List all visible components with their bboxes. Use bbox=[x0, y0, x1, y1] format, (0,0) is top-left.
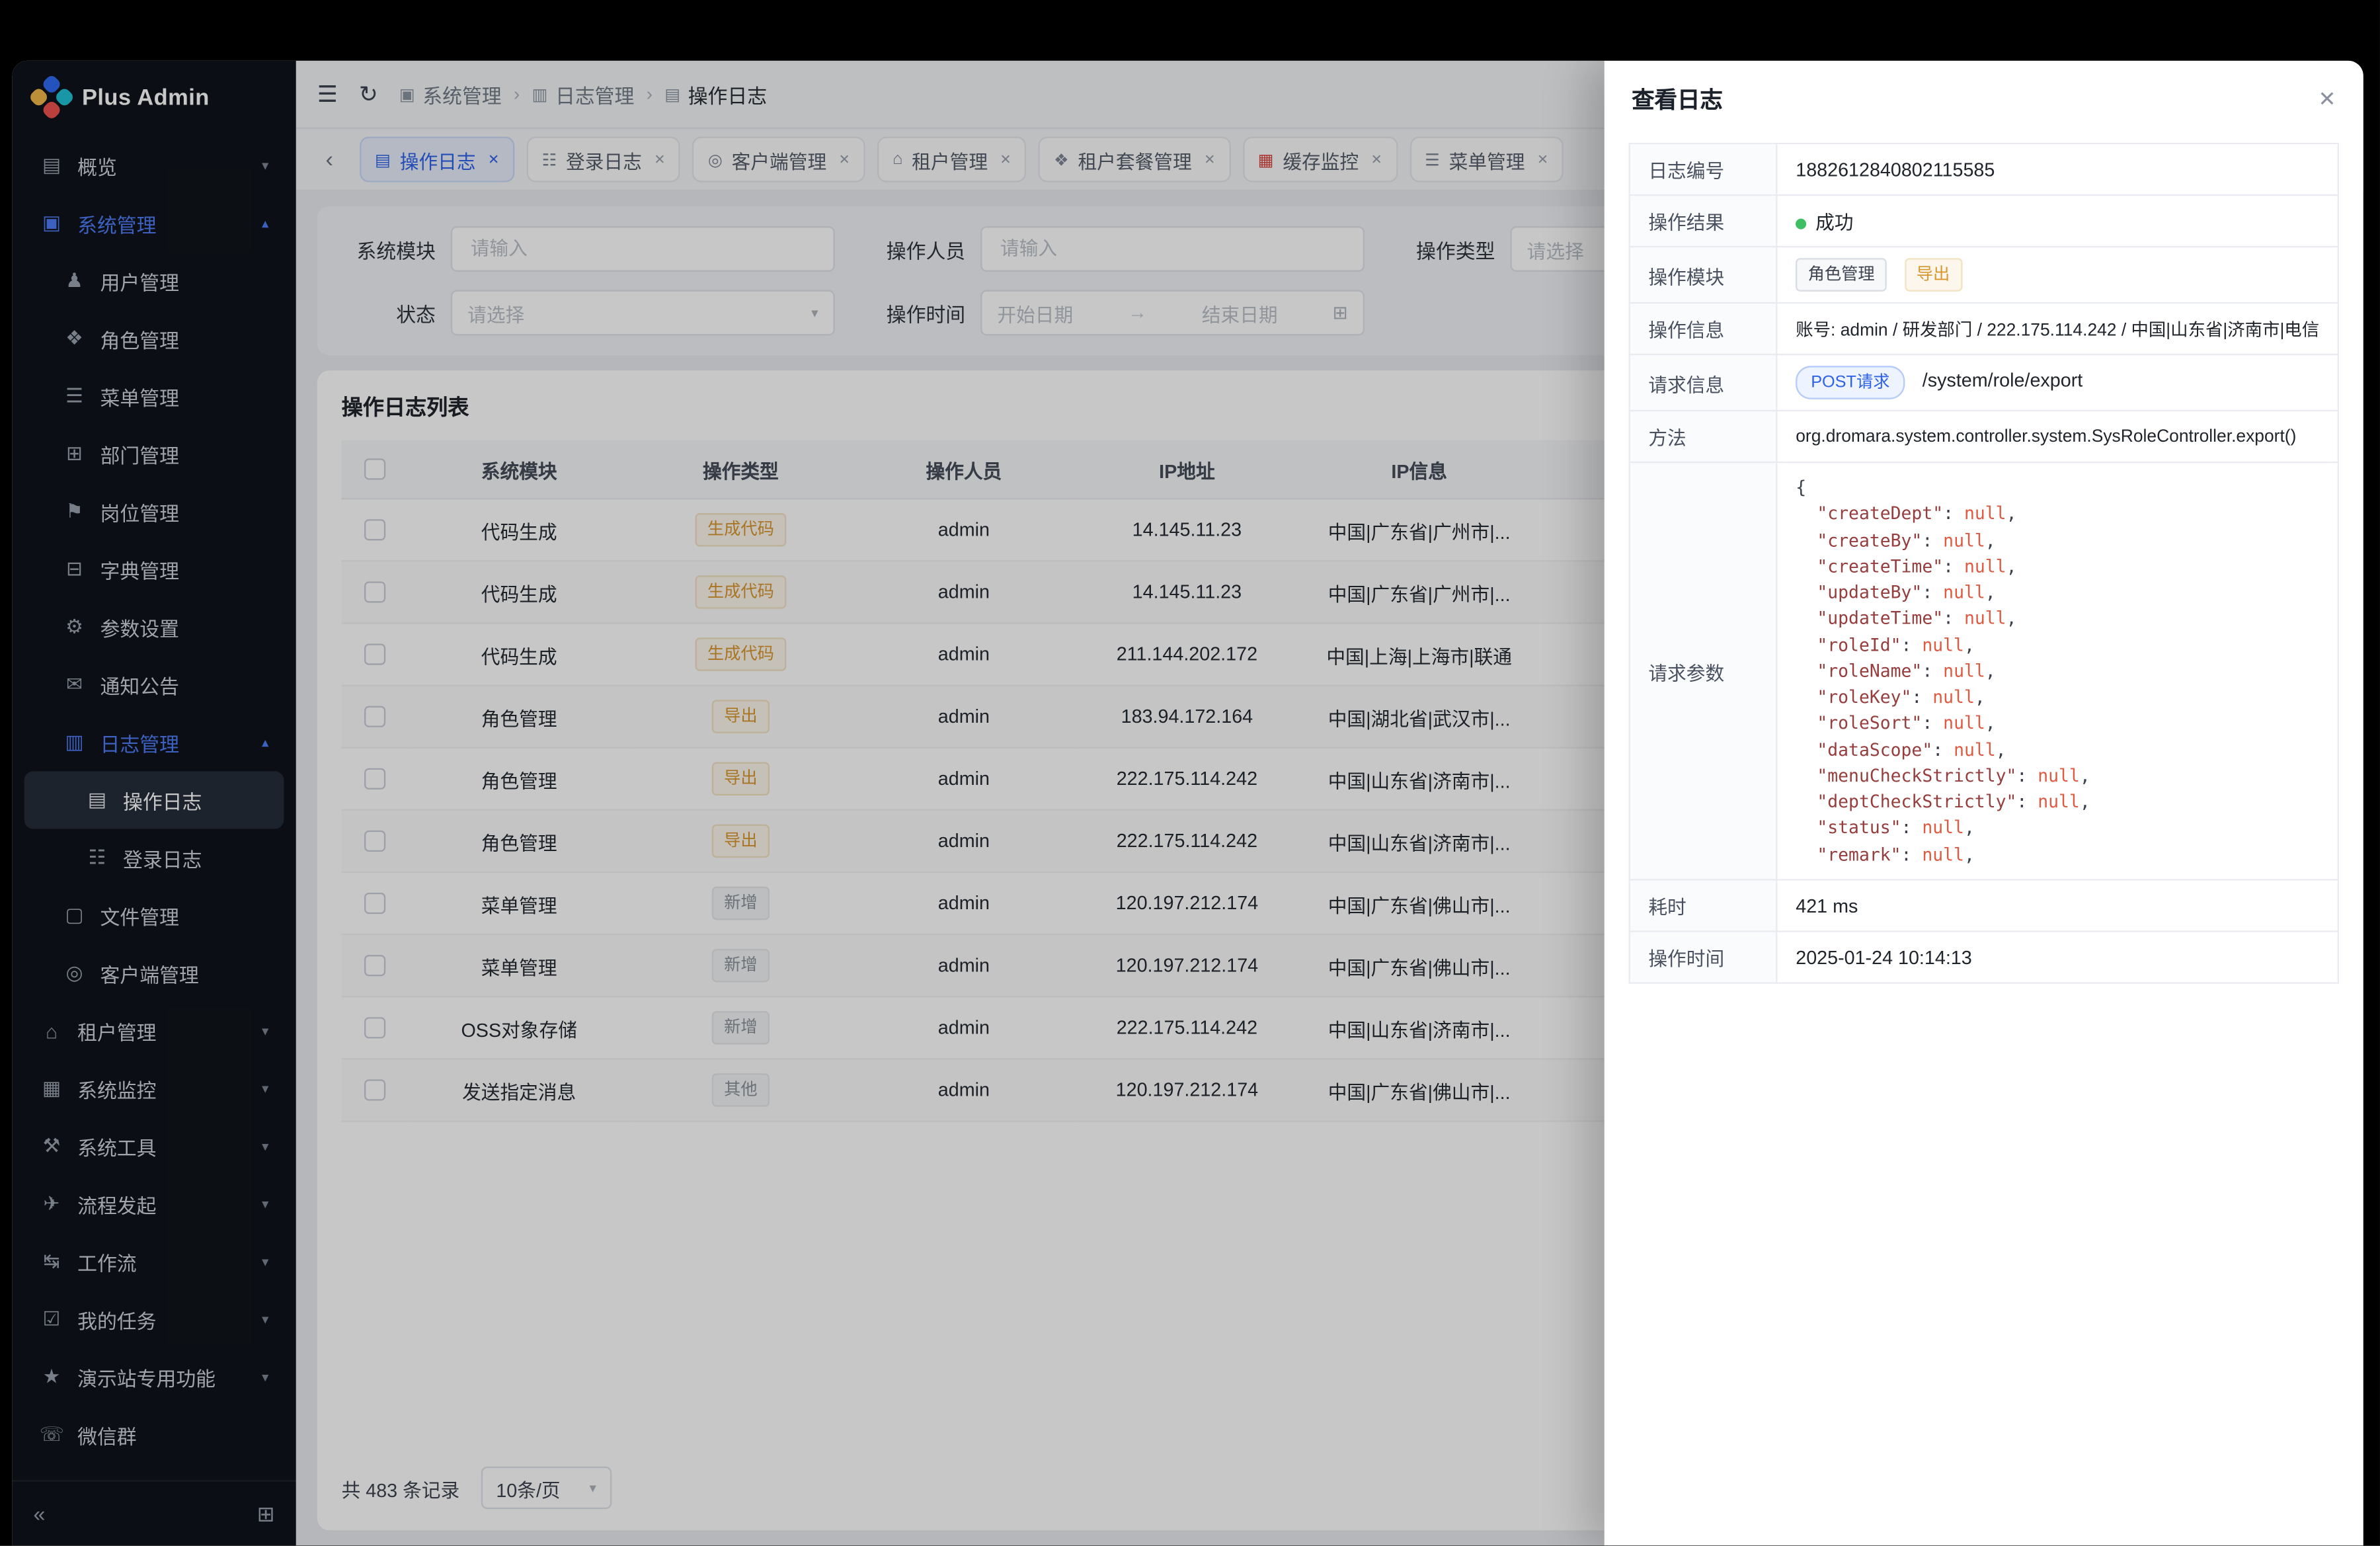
json-key: "dataScope" bbox=[1817, 739, 1932, 760]
detail-row-result: 操作结果 成功 bbox=[1630, 195, 2338, 247]
detail-value: 1882612840802115585 bbox=[1777, 143, 2338, 195]
close-icon[interactable]: ✕ bbox=[2318, 86, 2336, 112]
detail-value: 2025-01-24 10:14:13 bbox=[1777, 932, 2338, 983]
detail-value: 成功 bbox=[1777, 195, 2338, 247]
request-url: /system/role/export bbox=[1923, 370, 2082, 391]
json-line: "roleId": null, bbox=[1796, 632, 2319, 659]
detail-row-request: 请求信息 POST请求 /system/role/export bbox=[1630, 354, 2338, 411]
detail-row-module: 操作模块 角色管理 导出 bbox=[1630, 247, 2338, 303]
detail-label: 耗时 bbox=[1630, 879, 1777, 931]
json-key: "roleName" bbox=[1817, 660, 1922, 681]
json-key: "menuCheckStrictly" bbox=[1817, 765, 2016, 786]
json-key: "createDept" bbox=[1817, 503, 1943, 524]
json-key: "roleId" bbox=[1817, 634, 1901, 655]
detail-label: 方法 bbox=[1630, 411, 1777, 462]
json-key: "status" bbox=[1817, 817, 1901, 838]
detail-label: 请求参数 bbox=[1630, 462, 1777, 879]
json-key: "updateTime" bbox=[1817, 608, 1943, 629]
json-key: "roleKey" bbox=[1817, 686, 1911, 708]
success-dot-icon bbox=[1796, 219, 1806, 229]
json-key: "createTime" bbox=[1817, 555, 1943, 577]
detail-row-params: 请求参数 {"createDept": null,"createBy": nul… bbox=[1630, 462, 2338, 879]
detail-label: 操作结果 bbox=[1630, 195, 1777, 247]
detail-value: 账号: admin / 研发部门 / 222.175.114.242 / 中国|… bbox=[1777, 303, 2338, 354]
json-value: null bbox=[1943, 712, 1985, 733]
json-value: null bbox=[2038, 791, 2080, 812]
view-log-drawer: 查看日志 ✕ 日志编号 1882612840802115585 操作结果 成功 bbox=[1605, 61, 2363, 1545]
json-key: "roleSort" bbox=[1817, 712, 1922, 733]
detail-label: 请求信息 bbox=[1630, 354, 1777, 411]
app-window: Plus Admin ▤概览▾▣系统管理▴♟用户管理❖角色管理☰菜单管理⊞部门管… bbox=[12, 61, 2363, 1545]
detail-row-time: 操作时间 2025-01-24 10:14:13 bbox=[1630, 932, 2338, 983]
json-value: null bbox=[2038, 765, 2080, 786]
detail-value: {"createDept": null,"createBy": null,"cr… bbox=[1777, 462, 2338, 879]
json-line: "updateTime": null, bbox=[1796, 606, 2319, 633]
json-open-brace: { bbox=[1796, 475, 2319, 502]
json-value: null bbox=[1922, 634, 1964, 655]
detail-label: 操作模块 bbox=[1630, 247, 1777, 303]
detail-value: 421 ms bbox=[1777, 879, 2338, 931]
detail-row-info: 操作信息 账号: admin / 研发部门 / 222.175.114.242 … bbox=[1630, 303, 2338, 354]
json-value: null bbox=[1922, 817, 1964, 838]
json-line: "status": null, bbox=[1796, 815, 2319, 842]
json-value: null bbox=[1943, 581, 1985, 602]
json-line: "menuCheckStrictly": null, bbox=[1796, 763, 2319, 790]
json-value: null bbox=[1943, 660, 1985, 681]
log-detail-table: 日志编号 1882612840802115585 操作结果 成功 操作模块 bbox=[1629, 143, 2339, 984]
json-line: "remark": null, bbox=[1796, 842, 2319, 868]
detail-row-method: 方法 org.dromara.system.controller.system.… bbox=[1630, 411, 2338, 462]
detail-value: 角色管理 导出 bbox=[1777, 247, 2338, 303]
drawer-title: 查看日志 bbox=[1632, 83, 1723, 114]
detail-label: 操作时间 bbox=[1630, 932, 1777, 983]
json-value: null bbox=[1964, 608, 2006, 629]
detail-row-log-id: 日志编号 1882612840802115585 bbox=[1630, 143, 2338, 195]
request-params-json[interactable]: {"createDept": null,"createBy": null,"cr… bbox=[1778, 463, 2338, 879]
detail-value: org.dromara.system.controller.system.Sys… bbox=[1777, 411, 2338, 462]
detail-label: 日志编号 bbox=[1630, 143, 1777, 195]
json-key: "updateBy" bbox=[1817, 581, 1922, 602]
json-line: "roleSort": null, bbox=[1796, 711, 2319, 737]
module-tag: 角色管理 bbox=[1796, 258, 1887, 292]
json-line: "createDept": null, bbox=[1796, 501, 2319, 528]
json-line: "roleName": null, bbox=[1796, 659, 2319, 685]
drawer-header: 查看日志 ✕ bbox=[1605, 61, 2363, 137]
detail-row-duration: 耗时 421 ms bbox=[1630, 879, 2338, 931]
json-value: null bbox=[1964, 503, 2006, 524]
json-line: "updateBy": null, bbox=[1796, 580, 2319, 606]
drawer-body: 日志编号 1882612840802115585 操作结果 成功 操作模块 bbox=[1605, 137, 2363, 1008]
json-key: "remark" bbox=[1817, 843, 1901, 864]
screen: Plus Admin ▤概览▾▣系统管理▴♟用户管理❖角色管理☰菜单管理⊞部门管… bbox=[0, 0, 2380, 1545]
json-line: "deptCheckStrictly": null, bbox=[1796, 790, 2319, 816]
detail-label: 操作信息 bbox=[1630, 303, 1777, 354]
json-value: null bbox=[1932, 686, 1975, 708]
json-value: null bbox=[1954, 739, 1996, 760]
json-value: null bbox=[1964, 555, 2006, 577]
json-value: null bbox=[1922, 843, 1964, 864]
json-value: null bbox=[1943, 529, 1985, 550]
json-line: "roleKey": null, bbox=[1796, 684, 2319, 711]
json-line: "dataScope": null, bbox=[1796, 737, 2319, 764]
json-line: "createBy": null, bbox=[1796, 528, 2319, 554]
action-tag: 导出 bbox=[1904, 258, 1962, 292]
post-method-tag: POST请求 bbox=[1796, 366, 1905, 399]
detail-value: POST请求 /system/role/export bbox=[1777, 354, 2338, 411]
json-key: "createBy" bbox=[1817, 529, 1922, 550]
json-line: "createTime": null, bbox=[1796, 553, 2319, 580]
json-key: "deptCheckStrictly" bbox=[1817, 791, 2016, 812]
